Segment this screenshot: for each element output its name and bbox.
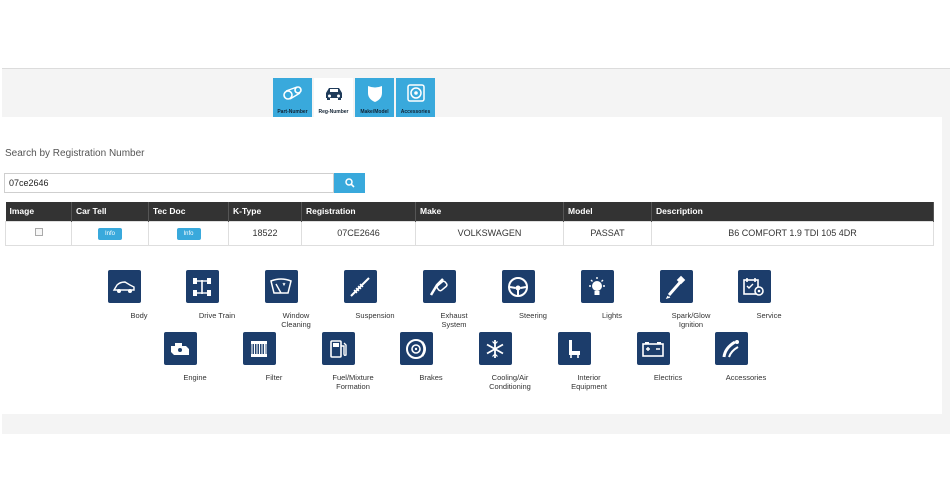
category-label: Filter xyxy=(265,373,283,382)
shield-icon xyxy=(363,81,387,105)
tab-label: Make/Model xyxy=(360,109,389,115)
category-label: Window Cleaning xyxy=(281,311,311,329)
category-fuel-mixture-formation[interactable]: Fuel/Mixture Formation xyxy=(298,332,378,391)
shock-absorber-icon xyxy=(343,270,377,303)
make-cell: VOLKSWAGEN xyxy=(415,220,564,246)
tab-label: Accessories xyxy=(400,109,431,115)
category-steering[interactable]: Steering xyxy=(478,270,558,320)
tab-reg-number[interactable]: Reg-Number xyxy=(314,78,353,117)
tec-doc-info-button[interactable]: Info xyxy=(176,227,201,240)
col-model: Model xyxy=(563,202,652,221)
fuel-pump-icon xyxy=(321,332,355,365)
col-make: Make xyxy=(415,202,564,221)
col-image: Image xyxy=(5,202,72,221)
tab-label: Reg-Number xyxy=(318,109,349,115)
col-registration: Registration xyxy=(301,202,416,221)
category-drive-train[interactable]: Drive Train xyxy=(162,270,242,320)
search-title: Search by Registration Number xyxy=(5,148,145,159)
category-brakes[interactable]: Brakes xyxy=(376,332,456,382)
category-label: Service xyxy=(756,311,782,320)
belt-icon xyxy=(281,81,305,105)
category-exhaust-system[interactable]: Exhaust System xyxy=(399,270,479,329)
vehicle-image-cell xyxy=(5,220,72,246)
category-cooling-air-conditioning[interactable]: Cooling/Air Conditioning xyxy=(455,332,535,391)
category-label: Drive Train xyxy=(198,311,236,320)
windscreen-icon xyxy=(264,270,298,303)
brake-disc-icon xyxy=(399,332,433,365)
description-cell: B6 COMFORT 1.9 TDI 105 4DR xyxy=(651,220,934,246)
snowflake-icon xyxy=(478,332,512,365)
category-label: Interior Equipment xyxy=(571,373,607,391)
tab-label: Part-Number xyxy=(277,109,308,115)
accessories-icon xyxy=(714,332,748,365)
category-label: Body xyxy=(130,311,148,320)
col-car-tell: Car Tell xyxy=(71,202,149,221)
category-service[interactable]: Service xyxy=(714,270,794,320)
axle-icon xyxy=(185,270,219,303)
seat-icon xyxy=(557,332,591,365)
car-icon xyxy=(322,81,346,105)
category-body[interactable]: Body xyxy=(84,270,164,320)
category-label: Fuel/Mixture Formation xyxy=(332,373,374,391)
category-accessories[interactable]: Accessories xyxy=(691,332,771,382)
speaker-icon xyxy=(404,81,428,105)
spark-plug-icon xyxy=(659,270,693,303)
search-icon xyxy=(344,176,355,191)
col-tec-doc: Tec Doc xyxy=(148,202,229,221)
broken-image-icon xyxy=(34,228,43,236)
service-icon xyxy=(737,270,771,303)
registration-cell: 07CE2646 xyxy=(301,220,416,246)
col-description: Description xyxy=(651,202,934,221)
registration-search-input[interactable] xyxy=(4,173,334,193)
car-tell-cell: Info xyxy=(71,220,149,246)
filter-icon xyxy=(242,332,276,365)
model-cell: PASSAT xyxy=(563,220,652,246)
engine-icon xyxy=(163,332,197,365)
results-table: Image Car Tell Tec Doc K-Type Registrati… xyxy=(5,202,934,246)
category-window-cleaning[interactable]: Window Cleaning xyxy=(241,270,321,329)
col-k-type: K-Type xyxy=(228,202,302,221)
category-engine[interactable]: Engine xyxy=(140,332,220,382)
search-button[interactable] xyxy=(334,173,365,193)
table-row: Info Info 18522 07CE2646 VOLKSWAGEN PASS… xyxy=(5,220,934,246)
bulb-icon xyxy=(580,270,614,303)
k-type-cell: 18522 xyxy=(228,220,302,246)
category-label: Electrics xyxy=(653,373,683,382)
category-label: Suspension xyxy=(355,311,395,320)
category-label: Cooling/Air Conditioning xyxy=(489,373,531,391)
category-lights[interactable]: Lights xyxy=(557,270,637,320)
category-electrics[interactable]: Electrics xyxy=(613,332,693,382)
steering-wheel-icon xyxy=(501,270,535,303)
car-body-icon xyxy=(107,270,141,303)
category-spark-glow-ignition[interactable]: Spark/Glow Ignition xyxy=(636,270,716,329)
search-mode-tabs: Part-Number Reg-Number Make/Model Access… xyxy=(273,78,435,117)
category-label: Spark/Glow Ignition xyxy=(671,311,711,329)
category-label: Steering xyxy=(519,311,547,320)
category-label: Engine xyxy=(183,373,207,382)
tab-accessories[interactable]: Accessories xyxy=(396,78,435,117)
category-interior-equipment[interactable]: Interior Equipment xyxy=(534,332,614,391)
tab-part-number[interactable]: Part-Number xyxy=(273,78,312,117)
category-filter[interactable]: Filter xyxy=(219,332,299,382)
category-label: Accessories xyxy=(725,373,767,382)
battery-icon xyxy=(636,332,670,365)
tab-make-model[interactable]: Make/Model xyxy=(355,78,394,117)
category-label: Lights xyxy=(601,311,622,320)
category-label: Exhaust System xyxy=(440,311,468,329)
table-header-row: Image Car Tell Tec Doc K-Type Registrati… xyxy=(5,202,934,221)
tec-doc-cell: Info xyxy=(148,220,229,246)
exhaust-icon xyxy=(422,270,456,303)
category-suspension[interactable]: Suspension xyxy=(320,270,400,320)
category-label: Brakes xyxy=(419,373,443,382)
car-tell-info-button[interactable]: Info xyxy=(98,227,122,240)
